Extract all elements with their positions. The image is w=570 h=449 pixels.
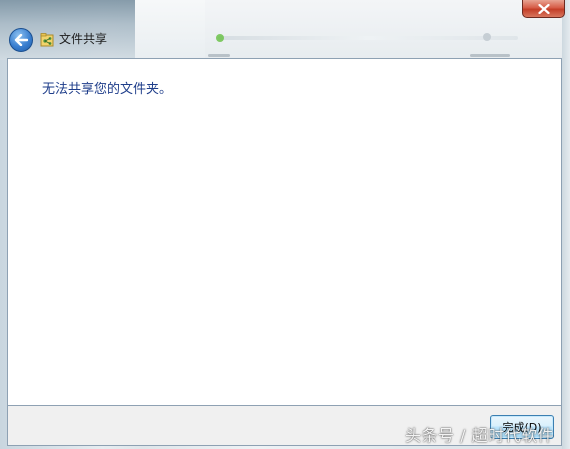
content-panel: 无法共享您的文件夹。: [7, 58, 562, 406]
close-button[interactable]: [522, 0, 565, 18]
glass-background-right: [205, 0, 570, 60]
window-title: 文件共享: [59, 32, 108, 46]
back-button[interactable]: [9, 28, 33, 52]
error-message: 无法共享您的文件夹。: [42, 82, 173, 97]
file-sharing-window: 文件共享 无法共享您的文件夹。 完成(D) 头条号 / 超时代软件: [0, 0, 570, 449]
window-right-edge: [562, 0, 570, 449]
back-arrow-icon: [14, 34, 28, 46]
background-blur-text: [470, 54, 510, 57]
background-blur-dot: [216, 34, 224, 42]
file-sharing-icon: [40, 33, 54, 47]
background-blur-bar: [218, 36, 518, 40]
glass-background-middle: [135, 0, 205, 60]
background-blur-dot: [483, 33, 491, 41]
close-icon: [537, 3, 550, 14]
background-blur-text: [208, 54, 230, 57]
watermark: 头条号 / 超时代软件: [405, 426, 555, 445]
